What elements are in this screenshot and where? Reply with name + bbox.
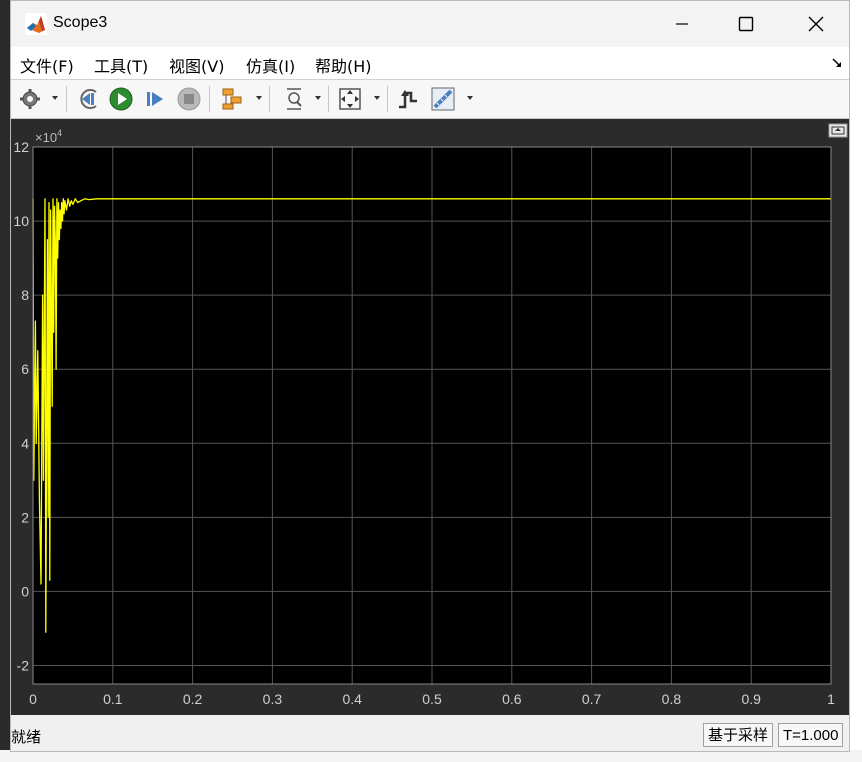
- fit-dropdown-arrow[interactable]: [374, 96, 380, 100]
- zoom-icon: [287, 88, 302, 110]
- triggers-button[interactable]: [395, 86, 421, 112]
- y-tick-label: -2: [17, 657, 30, 673]
- menu-tools[interactable]: 工具(T): [94, 53, 148, 77]
- y-tick-label: 8: [21, 287, 29, 303]
- x-tick-label: 0.7: [582, 691, 602, 707]
- toolbar-separator: [387, 86, 388, 112]
- close-button[interactable]: [781, 1, 851, 47]
- toolbar: [11, 80, 849, 119]
- run-button[interactable]: [108, 86, 134, 112]
- measure-icon: [431, 87, 455, 111]
- toolbar-separator: [269, 86, 270, 112]
- step-back-icon: [80, 89, 97, 109]
- minimize-button[interactable]: [647, 1, 717, 47]
- status-ready: 就绪: [11, 728, 42, 746]
- close-icon: [808, 16, 824, 32]
- sample-mode-indicator: 基于采样: [703, 723, 774, 747]
- x-tick-label: 0.9: [741, 691, 761, 707]
- gear-icon: [20, 89, 40, 109]
- x-tick-label: 0: [29, 691, 37, 707]
- highlight-dropdown-arrow[interactable]: [256, 96, 262, 100]
- minimize-icon: [676, 23, 688, 25]
- scope-display-panel: 0 0.1 0.2 0.3 0.4 0.5 0.6 0.7 0.8 0.9 1 -2 0 2 4 6 8 10 12…: [11, 119, 849, 715]
- y-tick-label: 10: [13, 213, 29, 229]
- highlight-simulink-button[interactable]: [219, 86, 245, 112]
- scope-chart[interactable]: 0 0.1 0.2 0.3 0.4 0.5 0.6 0.7 0.8 0.9 1 -2 0 2 4 6 8 10 12…: [11, 119, 849, 715]
- axis-multiplier: ×104: [35, 128, 62, 145]
- title-bar[interactable]: Scope3: [11, 1, 849, 47]
- undock-icon[interactable]: [828, 123, 848, 138]
- triggers-icon: [399, 90, 417, 109]
- run-icon: [109, 87, 133, 111]
- settings-button[interactable]: [17, 86, 43, 112]
- sim-time-indicator: T=1.000: [778, 723, 844, 747]
- zoom-dropdown-arrow[interactable]: [315, 96, 321, 100]
- x-tick-label: 0.6: [502, 691, 522, 707]
- toolbar-separator: [66, 86, 67, 112]
- fit-to-view-button[interactable]: [337, 86, 363, 112]
- stop-button[interactable]: [176, 86, 202, 112]
- x-tick-label: 0.1: [103, 691, 123, 707]
- y-tick-label: 12: [13, 139, 29, 155]
- maximize-button[interactable]: [711, 1, 781, 47]
- step-forward-icon: [147, 92, 163, 106]
- settings-dropdown-arrow[interactable]: [52, 96, 58, 100]
- zoom-button[interactable]: [281, 86, 307, 112]
- menu-file[interactable]: 文件(F): [20, 53, 74, 77]
- toolbar-separator: [209, 86, 210, 112]
- background-window: [850, 0, 862, 762]
- toolbar-separator: [328, 86, 329, 112]
- y-tick-label: 2: [21, 509, 29, 525]
- y-tick-label: 4: [21, 435, 29, 451]
- x-tick-label: 0.3: [263, 691, 283, 707]
- menu-view[interactable]: 视图(V): [169, 53, 224, 77]
- maximize-icon: [738, 16, 754, 32]
- matlab-logo-icon: [25, 13, 47, 35]
- window-title: Scope3: [53, 14, 108, 31]
- x-tick-label: 0.5: [422, 691, 442, 707]
- menu-arrow-icon[interactable]: [831, 57, 843, 69]
- step-forward-button[interactable]: [142, 86, 168, 112]
- measure-dropdown-arrow[interactable]: [467, 96, 473, 100]
- x-tick-label: 0.4: [342, 691, 362, 707]
- measurements-button[interactable]: [431, 86, 457, 112]
- x-tick-label: 0.8: [662, 691, 682, 707]
- menu-simulation[interactable]: 仿真(I): [246, 53, 295, 77]
- status-bar: 就绪 基于采样 T=1.000: [11, 717, 849, 751]
- scope-window: Scope3 文件(F) 工具(T) 视图(V) 仿真(I) 帮助(H) 0 0…: [10, 0, 850, 752]
- highlight-icon: [222, 88, 242, 110]
- y-tick-label: 6: [21, 361, 29, 377]
- x-tick-label: 1: [827, 691, 835, 707]
- step-back-button[interactable]: [75, 86, 101, 112]
- fit-icon: [339, 88, 361, 110]
- menu-help[interactable]: 帮助(H): [315, 53, 372, 77]
- y-tick-label: 0: [21, 583, 29, 599]
- stop-icon: [177, 87, 201, 111]
- menu-bar: 文件(F) 工具(T) 视图(V) 仿真(I) 帮助(H): [11, 47, 849, 80]
- x-tick-label: 0.2: [183, 691, 203, 707]
